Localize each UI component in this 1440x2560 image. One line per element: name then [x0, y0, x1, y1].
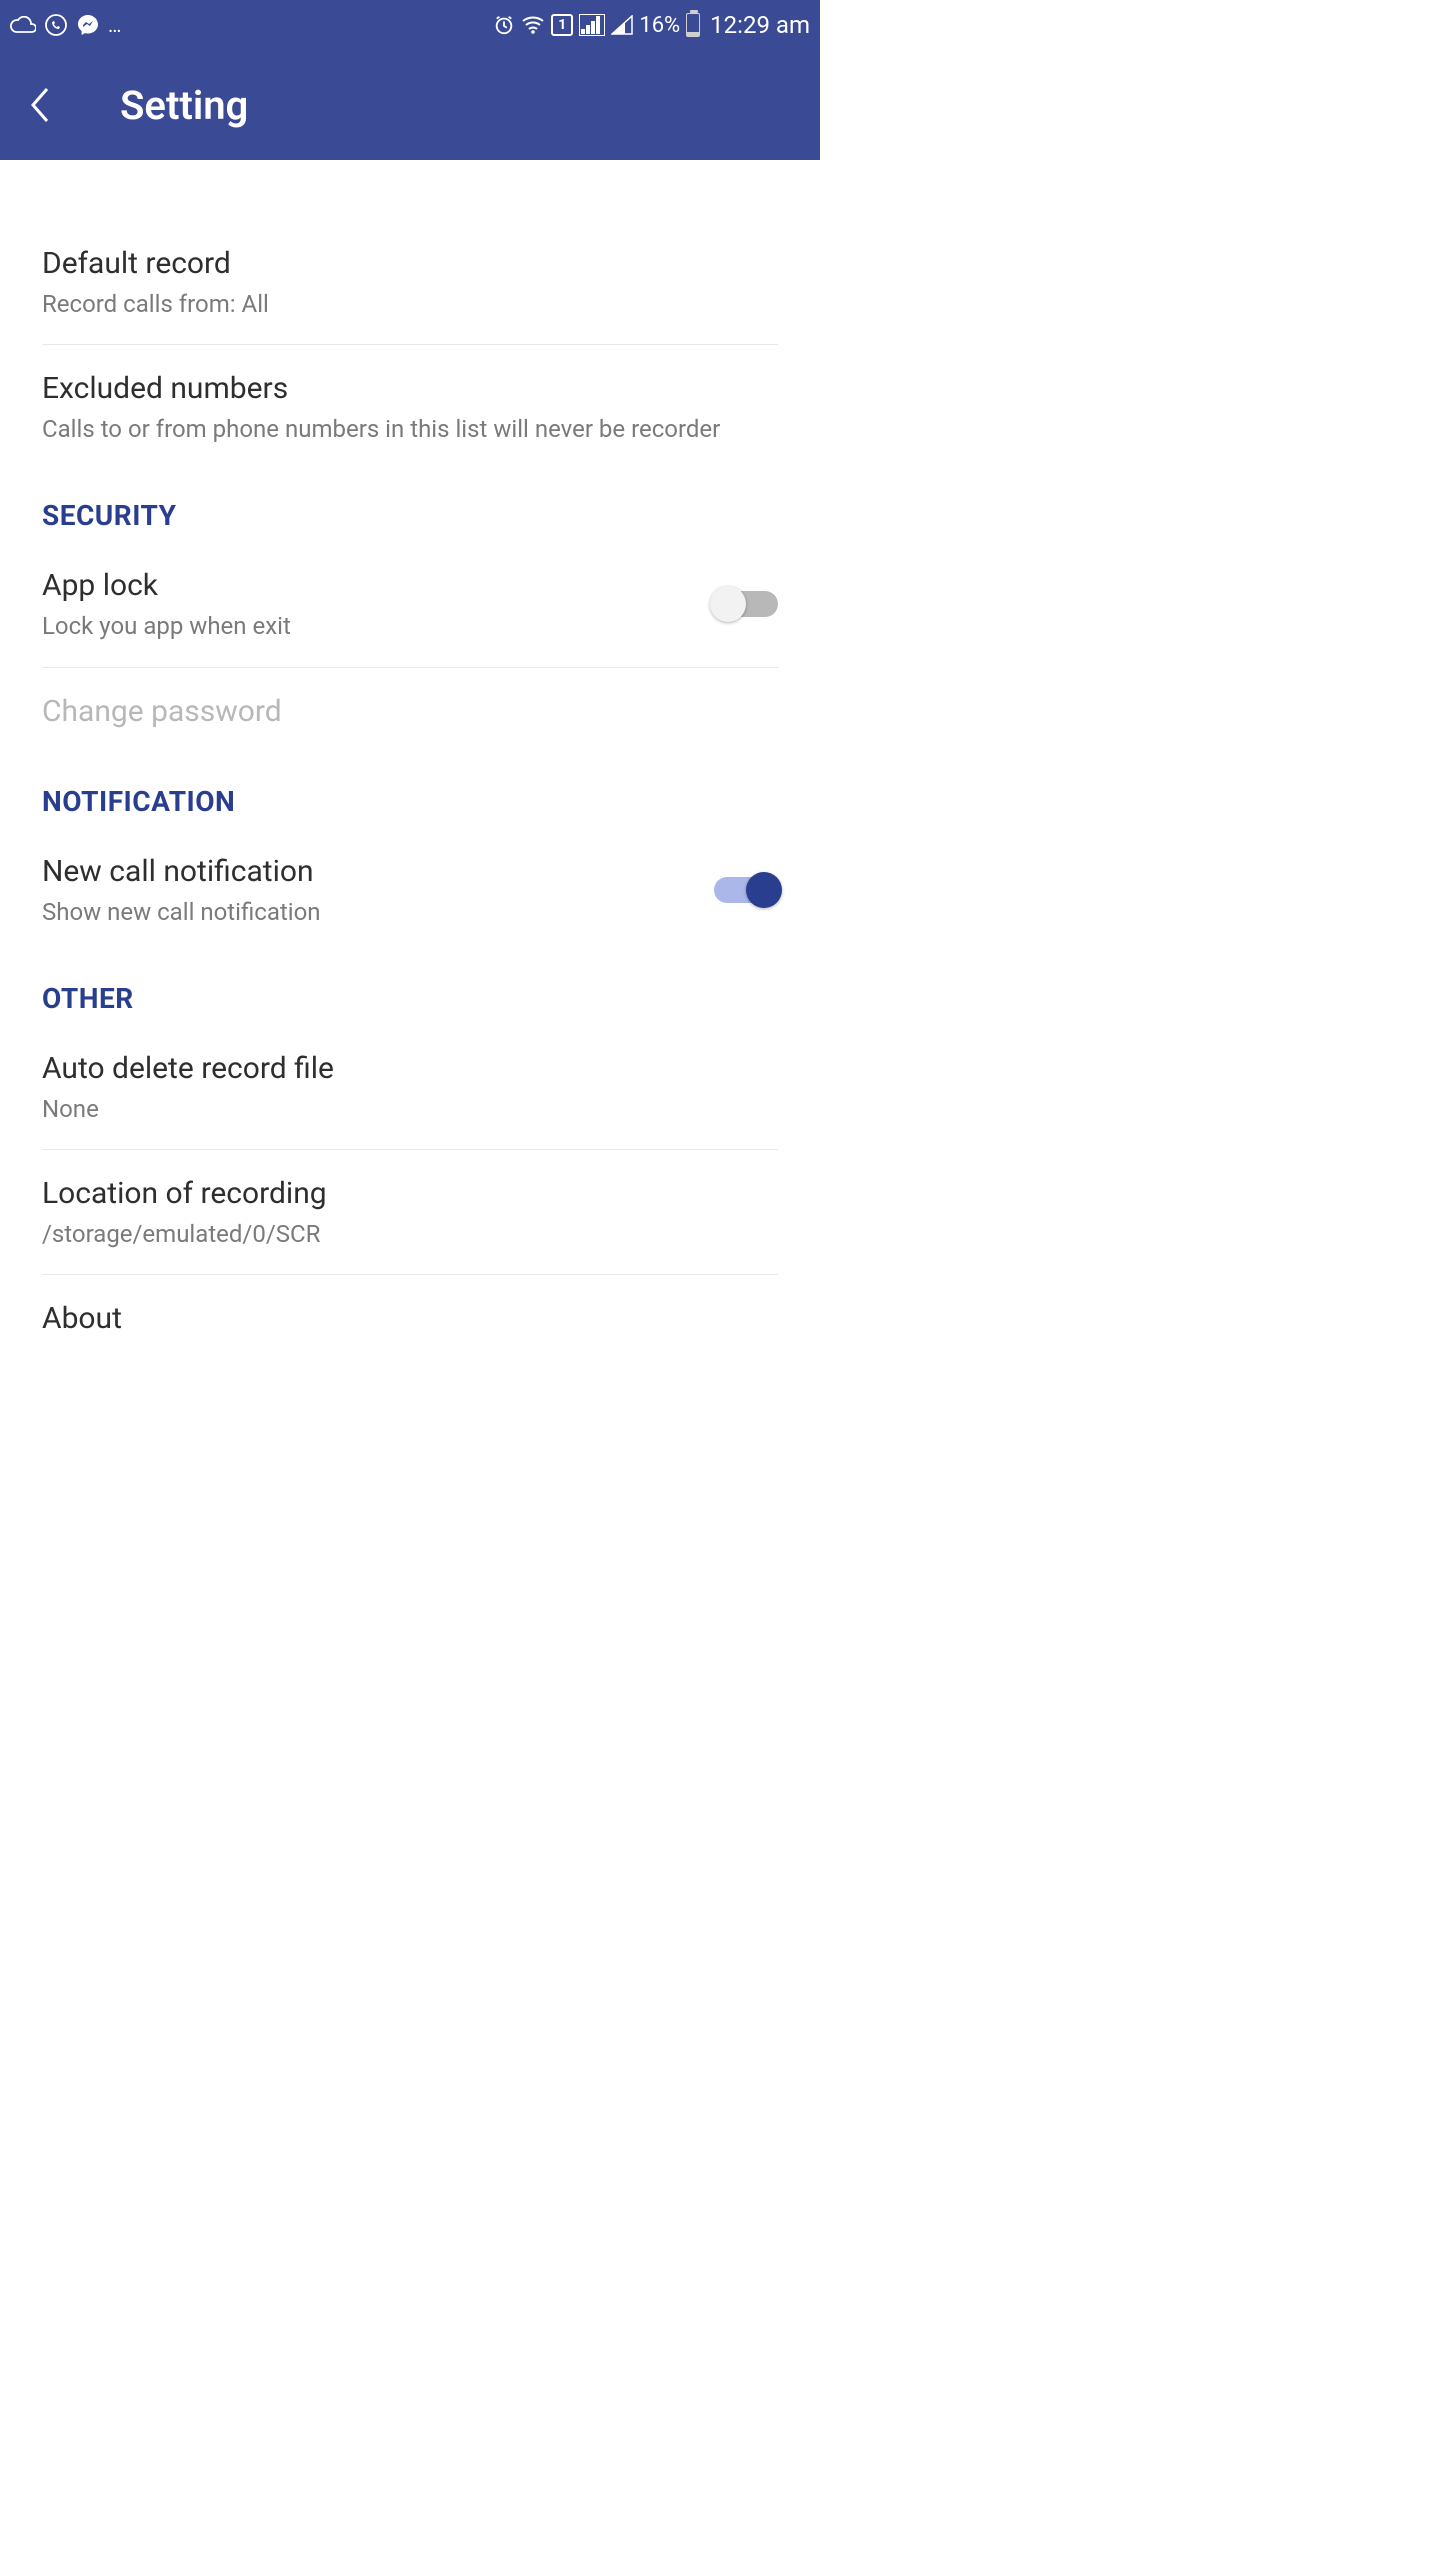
item-new-call-notification[interactable]: New call notification Show new call noti…: [42, 828, 778, 952]
signal1-icon: [579, 14, 605, 36]
item-subtitle: None: [42, 1094, 778, 1125]
item-title: New call notification: [42, 852, 321, 891]
item-auto-delete[interactable]: Auto delete record file None: [42, 1025, 778, 1150]
call-icon: [44, 13, 68, 37]
item-title: Default record: [42, 244, 778, 283]
wifi-icon: [521, 15, 545, 35]
item-about[interactable]: About: [42, 1275, 778, 1362]
status-left: …: [10, 13, 123, 37]
item-location-recording[interactable]: Location of recording /storage/emulated/…: [42, 1150, 778, 1275]
section-other: OTHER: [42, 952, 778, 1025]
signal2-icon: [611, 15, 633, 35]
item-title: Excluded numbers: [42, 369, 778, 408]
status-bar: … 1 16% 12:29 am: [0, 0, 820, 50]
alarm-icon: [493, 14, 515, 36]
item-subtitle: Lock you app when exit: [42, 611, 291, 642]
more-notifications-icon: …: [108, 13, 123, 37]
cloud-icon: [10, 16, 36, 34]
item-app-lock[interactable]: App lock Lock you app when exit: [42, 542, 778, 667]
item-subtitle: Show new call notification: [42, 897, 321, 928]
item-default-record[interactable]: Default record Record calls from: All: [42, 220, 778, 345]
settings-list: Default record Record calls from: All Ex…: [0, 160, 820, 1362]
section-notification: NOTIFICATION: [42, 755, 778, 828]
section-security: SECURITY: [42, 469, 778, 542]
item-excluded-numbers[interactable]: Excluded numbers Calls to or from phone …: [42, 345, 778, 469]
item-title: Auto delete record file: [42, 1049, 778, 1088]
item-title: Change password: [42, 692, 778, 731]
item-title: App lock: [42, 566, 291, 605]
new-call-notification-toggle[interactable]: [714, 877, 778, 903]
page-title: Setting: [120, 82, 248, 129]
battery-percent: 16%: [639, 13, 680, 38]
battery-icon: [686, 13, 700, 37]
item-change-password: Change password: [42, 668, 778, 755]
clock-time: 12:29 am: [710, 11, 810, 39]
sim-icon: 1: [551, 14, 573, 36]
item-subtitle: Calls to or from phone numbers in this l…: [42, 414, 778, 445]
back-button[interactable]: [20, 85, 60, 125]
item-subtitle: /storage/emulated/0/SCR: [42, 1219, 778, 1250]
item-subtitle: Record calls from: All: [42, 289, 778, 320]
app-bar: Setting: [0, 50, 820, 160]
status-right: 1 16% 12:29 am: [493, 11, 810, 39]
app-lock-toggle[interactable]: [714, 591, 778, 617]
messenger-icon: [76, 13, 100, 37]
item-title: Location of recording: [42, 1174, 778, 1213]
item-title: About: [42, 1299, 778, 1338]
